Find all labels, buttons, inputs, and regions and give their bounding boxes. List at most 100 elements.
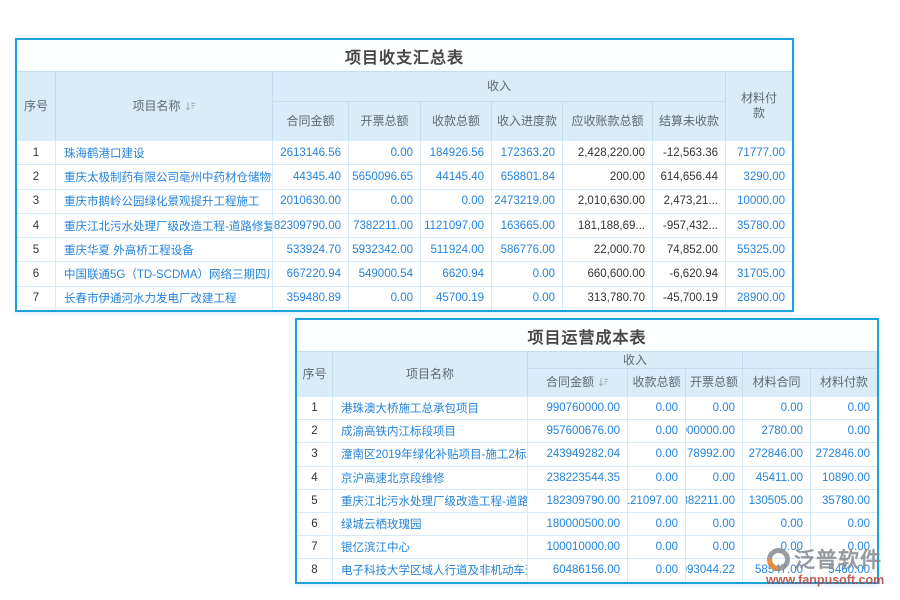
cell-contract-amount[interactable]: 990760000.00 <box>527 397 627 419</box>
cell-invoice-total[interactable]: 0.00 <box>685 513 742 535</box>
cell-invoice-total[interactable]: 0.00 <box>348 190 420 213</box>
column-header-contract-amount[interactable]: 合同金额 <box>527 369 627 396</box>
cell-material-payment[interactable]: 71777.00 <box>725 141 792 164</box>
sort-icon[interactable] <box>598 377 609 388</box>
project-name-link[interactable]: 成渝高铁内江标段项目 <box>332 420 527 442</box>
cell-contract-amount[interactable]: 182309790.00 <box>527 490 627 512</box>
sort-icon[interactable] <box>185 101 196 112</box>
cell-invoice-total[interactable]: 78992.00 <box>685 443 742 465</box>
cell-invoice-total[interactable]: 2093044.22 <box>685 559 742 581</box>
cell-invoice-total[interactable]: 10000000.00 <box>685 420 742 442</box>
cell-invoice-total[interactable]: 0.00 <box>685 397 742 419</box>
cell-material-contract[interactable]: 130505.00 <box>742 490 810 512</box>
cell-receipt-total[interactable]: 0.00 <box>627 443 685 465</box>
table-row: 6绿城云栖玫瑰园180000500.000.000.000.000.00 <box>297 512 877 535</box>
cell-income-progress[interactable]: 0.00 <box>491 262 562 285</box>
cell-income-progress[interactable]: 172363.20 <box>491 141 562 164</box>
cell-contract-amount[interactable]: 533924.70 <box>272 238 348 261</box>
cell-material-payment[interactable]: 10000.00 <box>725 190 792 213</box>
cell-income-progress[interactable]: 658801.84 <box>491 165 562 188</box>
table-title: 项目运营成本表 <box>297 320 877 352</box>
cell-receipt-total[interactable]: 0.00 <box>420 190 491 213</box>
cell-contract-amount[interactable]: 180000500.00 <box>527 513 627 535</box>
cell-receipt-total[interactable]: 45700.19 <box>420 287 491 310</box>
cell-receipt-total[interactable]: 0.00 <box>627 420 685 442</box>
cell-receipt-total[interactable]: 44145.40 <box>420 165 491 188</box>
cell-receipt-total[interactable]: 0.00 <box>627 559 685 581</box>
project-name-link[interactable]: 港珠澳大桥施工总承包项目 <box>332 397 527 419</box>
cell-receipt-total[interactable]: 1121097.00 <box>420 214 491 237</box>
cell-material-payment[interactable]: 35780.00 <box>810 490 877 512</box>
project-name-link[interactable]: 重庆江北污水处理厂级改造工程-道路修复工程 <box>332 490 527 512</box>
project-name-link[interactable]: 珠海鹤港口建设 <box>55 141 272 164</box>
cell-contract-amount[interactable]: 238223544.35 <box>527 467 627 489</box>
cell-receipt-total[interactable]: 511924.00 <box>420 238 491 261</box>
cell-material-payment[interactable]: 0.00 <box>810 420 877 442</box>
cell-receipt-total[interactable]: 6620.94 <box>420 262 491 285</box>
cell-contract-amount[interactable]: 957600676.00 <box>527 420 627 442</box>
cell-material-contract[interactable]: 0.00 <box>742 536 810 558</box>
cell-contract-amount[interactable]: 667220.94 <box>272 262 348 285</box>
cell-contract-amount[interactable]: 359480.89 <box>272 287 348 310</box>
cell-material-contract[interactable]: 0.00 <box>742 513 810 535</box>
project-name-link[interactable]: 中国联通5G（TD-SCDMA）网络三期四川工程 <box>55 262 272 285</box>
cell-income-progress[interactable]: 163665.00 <box>491 214 562 237</box>
cell-invoice-total[interactable]: 0.00 <box>348 287 420 310</box>
cell-invoice-total[interactable]: 549000.54 <box>348 262 420 285</box>
cell-contract-amount[interactable]: 44345.40 <box>272 165 348 188</box>
cell-material-payment[interactable]: 55325.00 <box>725 238 792 261</box>
cell-receipt-total[interactable]: 0.00 <box>627 467 685 489</box>
cell-invoice-total[interactable]: 5932342.00 <box>348 238 420 261</box>
project-name-link[interactable]: 京沪高速北京段维修 <box>332 467 527 489</box>
project-name-link[interactable]: 长春市伊通河水力发电厂改建工程 <box>55 287 272 310</box>
project-name-link[interactable]: 银亿滨江中心 <box>332 536 527 558</box>
project-name-link[interactable]: 重庆市鹅岭公园绿化景观提升工程施工 <box>55 190 272 213</box>
cell-material-payment[interactable]: 10890.00 <box>810 467 877 489</box>
cell-invoice-total[interactable]: 7382211.00 <box>685 490 742 512</box>
cell-contract-amount[interactable]: 100010000.00 <box>527 536 627 558</box>
cell-material-payment[interactable]: 28900.00 <box>725 287 792 310</box>
cell-material-contract[interactable]: 272846.00 <box>742 443 810 465</box>
cell-material-contract[interactable]: 45411.00 <box>742 467 810 489</box>
cell-contract-amount[interactable]: 60486156.00 <box>527 559 627 581</box>
column-header-receipt-total: 收款总额 <box>627 369 685 396</box>
cell-receipt-total[interactable]: 184926.56 <box>420 141 491 164</box>
project-name-link[interactable]: 绿城云栖玫瑰园 <box>332 513 527 535</box>
cell-contract-amount[interactable]: 243949282.04 <box>527 443 627 465</box>
cell-invoice-total[interactable]: 0.00 <box>685 536 742 558</box>
cell-receipt-total[interactable]: 0.00 <box>627 397 685 419</box>
cell-settled-unpaid: -12,563.36 <box>652 141 725 164</box>
cell-invoice-total[interactable]: 7382211.00 <box>348 214 420 237</box>
cell-receivable-total: 2,428,220.00 <box>562 141 652 164</box>
project-name-link[interactable]: 电子科技大学区域人行道及非机动车道工程 <box>332 559 527 581</box>
cell-invoice-total[interactable]: 5650096.65 <box>348 165 420 188</box>
cell-contract-amount[interactable]: 2613146.56 <box>272 141 348 164</box>
cell-material-payment[interactable]: 3290.00 <box>725 165 792 188</box>
project-name-link[interactable]: 重庆华夏 外高桥工程设备 <box>55 238 272 261</box>
cell-contract-amount[interactable]: 182309790.00 <box>272 214 348 237</box>
cell-material-payment[interactable]: 0.00 <box>810 513 877 535</box>
project-name-link[interactable]: 重庆太极制药有限公司亳州中药材仓储物流园 <box>55 165 272 188</box>
cell-income-progress[interactable]: 586776.00 <box>491 238 562 261</box>
cell-receipt-total[interactable]: 1121097.00 <box>627 490 685 512</box>
cell-receipt-total[interactable]: 0.00 <box>627 536 685 558</box>
cell-material-payment[interactable]: 31705.00 <box>725 262 792 285</box>
cell-material-payment[interactable]: 0.00 <box>810 536 877 558</box>
project-name-link[interactable]: 重庆江北污水处理厂级改造工程-道路修复工程 <box>55 214 272 237</box>
project-name-link[interactable]: 潼南区2019年绿化补贴项目-施工2标段 <box>332 443 527 465</box>
cell-invoice-total[interactable]: 0.00 <box>348 141 420 164</box>
column-header-project-name[interactable]: 项目名称 <box>55 72 272 140</box>
cell-material-contract[interactable]: 58547.00 <box>742 559 810 581</box>
cell-receivable-total: 22,000.70 <box>562 238 652 261</box>
cell-income-progress[interactable]: 0.00 <box>491 287 562 310</box>
cell-material-payment[interactable]: 0.00 <box>810 397 877 419</box>
cell-material-payment[interactable]: 272846.00 <box>810 443 877 465</box>
cell-contract-amount[interactable]: 2010630.00 <box>272 190 348 213</box>
cell-material-payment[interactable]: 5460.00 <box>810 559 877 581</box>
cell-receipt-total[interactable]: 0.00 <box>627 513 685 535</box>
cell-material-contract[interactable]: 2780.00 <box>742 420 810 442</box>
cell-material-contract[interactable]: 0.00 <box>742 397 810 419</box>
cell-material-payment[interactable]: 35780.00 <box>725 214 792 237</box>
cell-income-progress[interactable]: 2473219.00 <box>491 190 562 213</box>
cell-invoice-total[interactable]: 0.00 <box>685 467 742 489</box>
